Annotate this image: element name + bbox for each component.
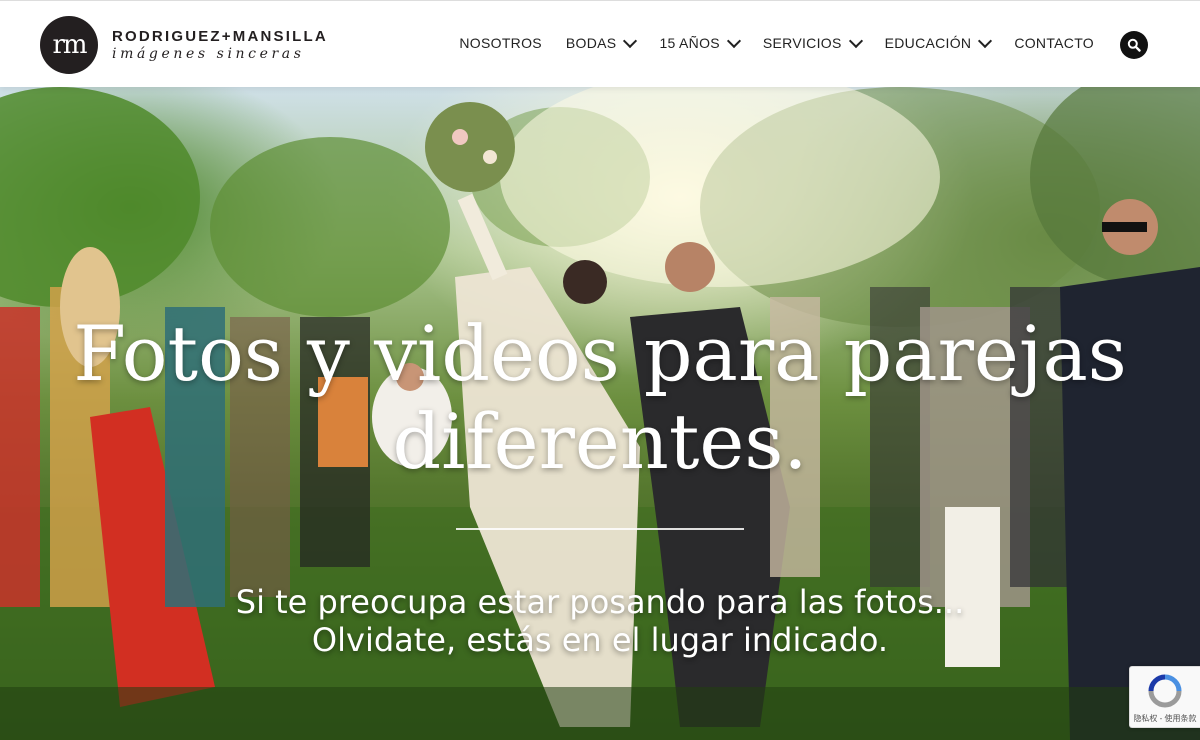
recaptcha-links[interactable]: 隐私权 - 使用条款 [1130,713,1200,724]
hero-title-line-2: diferentes. [392,397,808,486]
chevron-down-icon [848,33,863,49]
hero-subtitle: Si te preocupa estar posando para las fo… [0,583,1200,659]
search-icon [1127,38,1141,52]
brand-tagline: imágenes sinceras [112,46,305,62]
hero-banner: Fotos y videos para parejas diferentes. … [0,87,1200,740]
brand-logo[interactable]: rm RODRIGUEZ+MANSILLA imágenes sinceras [40,16,328,74]
nav-label: 15 AÑOS [659,35,720,51]
hero-subtitle-line-1: Si te preocupa estar posando para las fo… [235,583,965,621]
recaptcha-badge[interactable]: 隐私权 - 使用条款 [1129,666,1200,728]
nav-item-educacion[interactable]: EDUCACIÓN [884,33,993,51]
nav-label: BODAS [565,35,617,51]
hero-subtitle-line-2: Olvidate, estás en el lugar indicado. [311,621,889,659]
site-header: rm RODRIGUEZ+MANSILLA imágenes sinceras … [0,0,1200,87]
chevron-down-icon [978,33,993,49]
nav-item-nosotros[interactable]: NOSOTROS [459,35,542,51]
hero-title-line-1: Fotos y videos para parejas [73,309,1127,398]
chevron-down-icon [726,33,741,49]
nav-label: EDUCACIÓN [884,35,972,51]
nav-label: SERVICIOS [762,35,842,51]
nav-item-bodas[interactable]: BODAS [565,33,638,51]
recaptcha-icon [1148,674,1182,708]
nav-label: NOSOTROS [459,35,542,51]
hero-title: Fotos y videos para parejas diferentes. [0,310,1200,486]
logo-monogram: rm [40,16,98,74]
search-button[interactable] [1120,31,1148,59]
nav-item-servicios[interactable]: SERVICIOS [762,33,863,51]
hero-divider [456,528,744,530]
brand-name: RODRIGUEZ+MANSILLA [112,28,328,45]
chevron-down-icon [623,33,638,49]
main-nav: NOSOTROS BODAS 15 AÑOS SERVICIOS EDUCACI… [459,33,1094,51]
nav-item-15-anos[interactable]: 15 AÑOS [659,33,741,51]
logo-text: RODRIGUEZ+MANSILLA imágenes sinceras [112,28,328,62]
nav-item-contacto[interactable]: CONTACTO [1014,35,1094,51]
nav-label: CONTACTO [1014,35,1094,51]
